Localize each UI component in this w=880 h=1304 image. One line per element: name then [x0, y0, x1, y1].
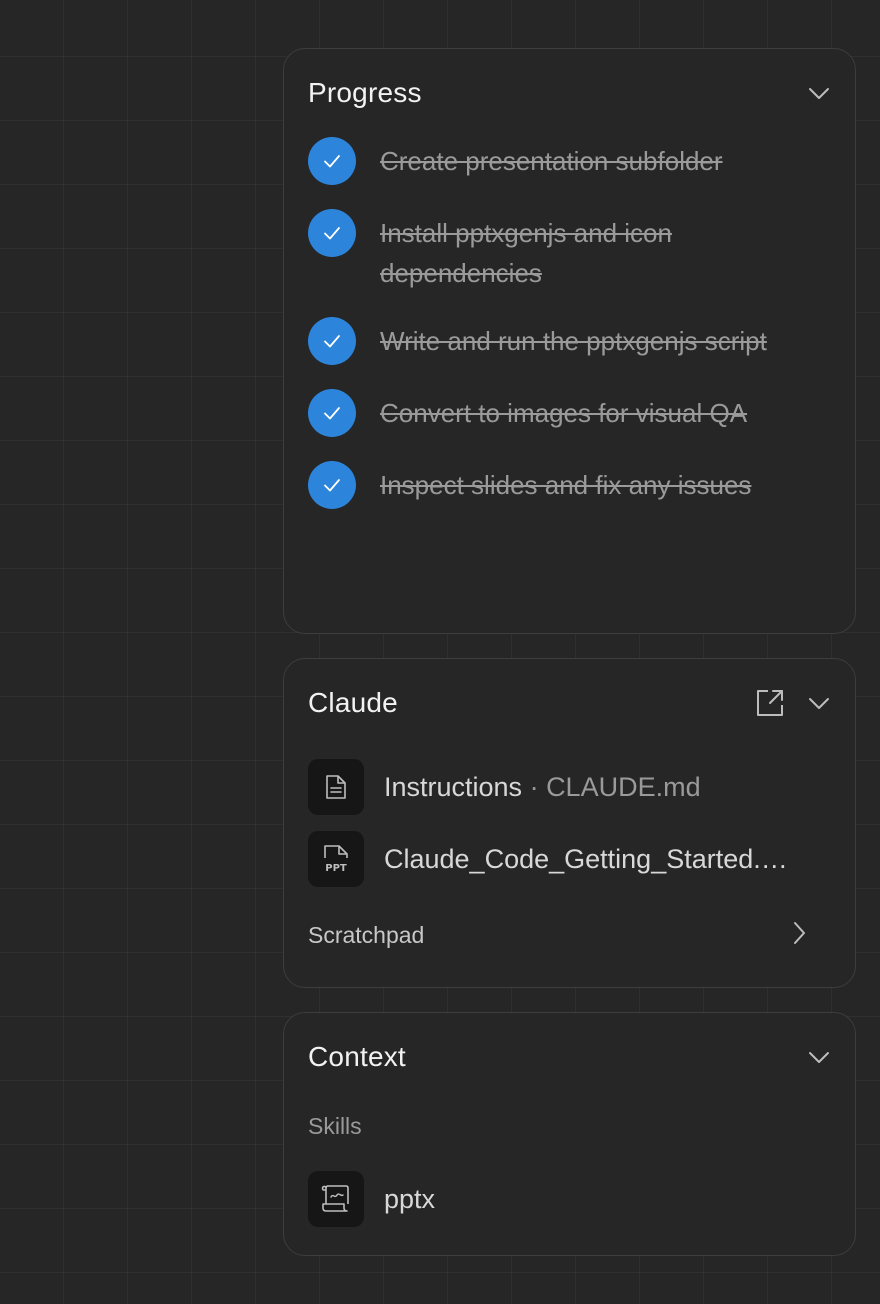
- skill-item-pptx[interactable]: pptx: [308, 1171, 838, 1227]
- progress-panel: Progress Create presentation subfolder I…: [283, 48, 856, 634]
- task-item: Create presentation subfolder: [308, 137, 808, 185]
- progress-header: Progress: [308, 73, 833, 113]
- context-header: Context: [308, 1037, 833, 1077]
- task-label: Convert to images for visual QA: [380, 398, 748, 428]
- task-label: Write and run the pptxgenjs script: [380, 326, 767, 356]
- file-separator: ·: [522, 771, 547, 802]
- progress-title: Progress: [308, 77, 422, 108]
- context-title: Context: [308, 1041, 406, 1072]
- task-label: Install pptxgenjs and icon dependencies: [380, 218, 672, 288]
- check-circle-icon[interactable]: [308, 461, 356, 509]
- task-list: Create presentation subfolder Install pp…: [308, 137, 808, 533]
- document-icon: [308, 759, 364, 815]
- scratchpad-label: Scratchpad: [308, 921, 425, 948]
- task-item: Convert to images for visual QA: [308, 389, 808, 437]
- chevron-down-icon[interactable]: [805, 1043, 833, 1071]
- task-item: Inspect slides and fix any issues: [308, 461, 808, 509]
- task-item: Install pptxgenjs and icon dependencies: [308, 209, 808, 293]
- task-item: Write and run the pptxgenjs script: [308, 317, 808, 365]
- context-panel: Context Skills pptx: [283, 1012, 856, 1256]
- file-name: Claude_Code_Getting_Started.…: [384, 843, 788, 874]
- chevron-down-icon[interactable]: [805, 689, 833, 717]
- skill-name: pptx: [384, 1183, 436, 1214]
- check-circle-icon[interactable]: [308, 317, 356, 365]
- task-label: Create presentation subfolder: [380, 146, 723, 176]
- open-external-icon[interactable]: [753, 686, 787, 720]
- chevron-right-icon: [790, 920, 808, 951]
- ppt-file-icon: PPT: [308, 831, 364, 887]
- skills-label: Skills: [308, 1113, 362, 1139]
- scroll-icon: [308, 1171, 364, 1227]
- task-label: Inspect slides and fix any issues: [380, 470, 752, 500]
- check-circle-icon[interactable]: [308, 137, 356, 185]
- svg-text:PPT: PPT: [325, 863, 347, 874]
- chevron-down-icon[interactable]: [805, 79, 833, 107]
- check-circle-icon[interactable]: [308, 389, 356, 437]
- file-subtitle: CLAUDE.md: [546, 771, 701, 802]
- claude-panel: Claude Instructions · CLAUDE.md PPT Clau…: [283, 658, 856, 988]
- claude-header: Claude: [308, 683, 833, 723]
- check-circle-icon[interactable]: [308, 209, 356, 257]
- file-row-instructions[interactable]: Instructions · CLAUDE.md: [308, 759, 838, 815]
- scratchpad-link[interactable]: Scratchpad: [308, 919, 808, 951]
- claude-title: Claude: [308, 687, 398, 718]
- file-row-pptx[interactable]: PPT Claude_Code_Getting_Started.…: [308, 831, 838, 887]
- file-name: Instructions: [384, 771, 523, 802]
